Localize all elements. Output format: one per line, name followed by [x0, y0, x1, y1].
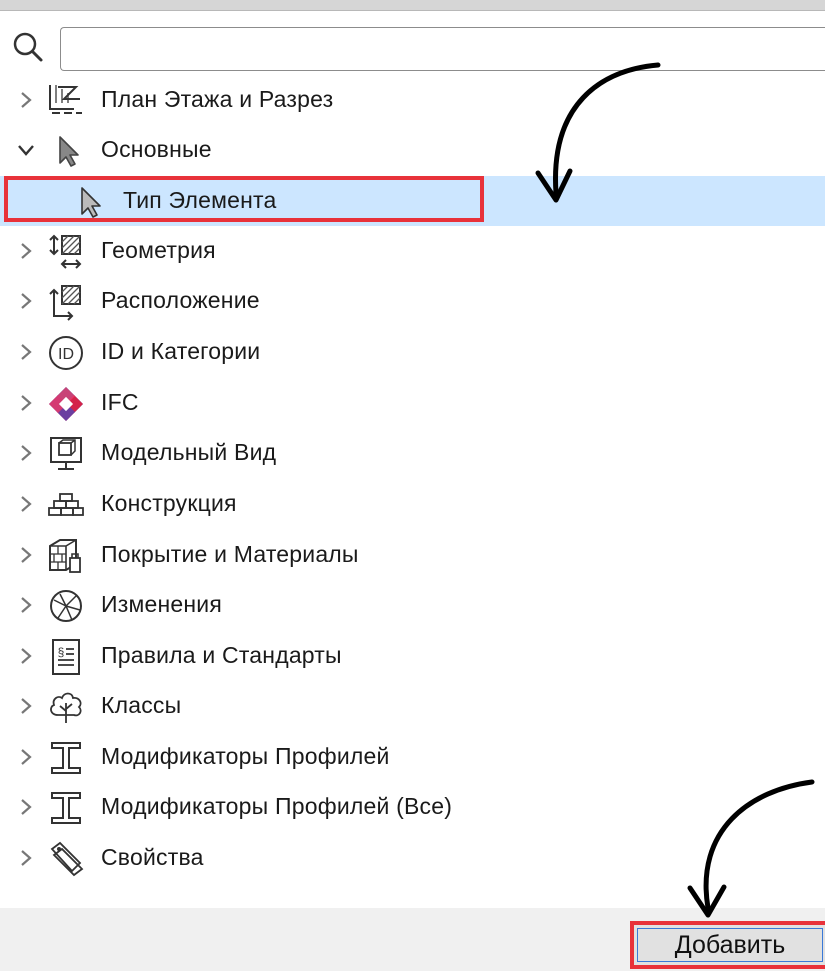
- tree-item-element-type[interactable]: Тип Элемента: [0, 176, 825, 226]
- structure-icon: [48, 493, 84, 516]
- tree-item-classes[interactable]: Классы: [0, 681, 825, 731]
- tree-item-label: Модификаторы Профилей (Все): [101, 793, 453, 819]
- tree-item-positioning[interactable]: Расположение: [0, 276, 825, 326]
- tree-item-structure[interactable]: Конструкция: [0, 479, 825, 529]
- tree-item-label: Правила и Стандарты: [101, 642, 342, 668]
- classes-tree-icon: [50, 692, 82, 723]
- floor-plan-section-icon: [49, 85, 82, 114]
- svg-text:§: §: [58, 645, 65, 659]
- tree-item-floor-plan-section[interactable]: План Этажа и Разрез: [0, 75, 825, 125]
- tree-item-label: Покрытие и Материалы: [101, 541, 359, 567]
- tree-item-label: ID и Категории: [101, 338, 261, 364]
- tree-item-label: Конструкция: [101, 490, 237, 516]
- tree-item-label: Основные: [101, 136, 212, 162]
- tree-item-rules-standards[interactable]: § Правила и Стандарты: [0, 631, 825, 681]
- chevron-right-icon[interactable]: [16, 494, 36, 514]
- tree-item-label: Модификаторы Профилей: [101, 743, 390, 769]
- profile-beam-icon: [51, 742, 81, 774]
- tree-item-model-view[interactable]: Модельный Вид: [0, 428, 825, 478]
- profile-beam-icon: [51, 792, 81, 824]
- tree-item-profile-modifiers-all[interactable]: Модификаторы Профилей (Все): [0, 782, 825, 832]
- cursor-arrow-icon: [81, 187, 101, 218]
- search-input[interactable]: [60, 27, 825, 71]
- tree-item-geometry[interactable]: Геометрия: [0, 226, 825, 276]
- chevron-right-icon[interactable]: [16, 848, 36, 868]
- chevron-right-icon[interactable]: [16, 443, 36, 463]
- tree-item-label: IFC: [101, 389, 139, 415]
- focus-ring: [637, 928, 823, 962]
- positioning-icon: [49, 285, 81, 321]
- chevron-right-icon[interactable]: [16, 595, 36, 615]
- chevron-right-icon[interactable]: [16, 291, 36, 311]
- ifc-logo-icon: [49, 387, 83, 421]
- tree-item-surfaces-materials[interactable]: Покрытие и Материалы: [0, 530, 825, 580]
- tree-item-label: Модельный Вид: [101, 439, 277, 465]
- tree-item-label: Тип Элемента: [123, 187, 277, 213]
- tree-item-properties[interactable]: Свойства: [0, 833, 825, 883]
- chevron-right-icon[interactable]: [16, 747, 36, 767]
- chevron-down-icon[interactable]: [16, 140, 36, 160]
- tree-item-profile-modifiers[interactable]: Модификаторы Профилей: [0, 732, 825, 782]
- rules-standards-icon: §: [52, 639, 80, 675]
- surfaces-materials-icon: [49, 539, 81, 573]
- tree-item-label: Расположение: [101, 287, 260, 313]
- tree-item-basic[interactable]: Основные: [0, 125, 825, 175]
- properties-tag-icon: [50, 841, 84, 877]
- search-icon[interactable]: [10, 29, 46, 65]
- tree-item-label: Классы: [101, 692, 182, 718]
- tree-item-label: План Этажа и Разрез: [101, 86, 334, 112]
- chevron-right-icon[interactable]: [16, 696, 36, 716]
- chevron-right-icon[interactable]: [16, 797, 36, 817]
- chevron-right-icon[interactable]: [16, 90, 36, 110]
- tree-item-changes[interactable]: Изменения: [0, 580, 825, 630]
- chevron-right-icon[interactable]: [16, 646, 36, 666]
- changes-icon: [50, 590, 82, 622]
- cursor-arrow-icon: [59, 136, 79, 167]
- add-button[interactable]: Добавить: [630, 921, 825, 969]
- id-icon: ID: [49, 336, 83, 370]
- tree-item-label: Свойства: [101, 844, 204, 870]
- tree-item-label: Геометрия: [101, 237, 216, 263]
- search-bar: [0, 11, 825, 73]
- chevron-right-icon[interactable]: [16, 342, 36, 362]
- model-view-icon: [50, 437, 82, 470]
- chevron-right-icon[interactable]: [16, 241, 36, 261]
- tree-item-ifc[interactable]: IFC: [0, 378, 825, 428]
- geometry-icon: [49, 234, 82, 269]
- chevron-right-icon[interactable]: [16, 393, 36, 413]
- chevron-right-icon[interactable]: [16, 545, 36, 565]
- tree-item-label: Изменения: [101, 591, 222, 617]
- tree-item-id-categories[interactable]: ID ID и Категории: [0, 327, 825, 377]
- svg-text:ID: ID: [58, 346, 74, 363]
- window-top-edge: [0, 0, 825, 11]
